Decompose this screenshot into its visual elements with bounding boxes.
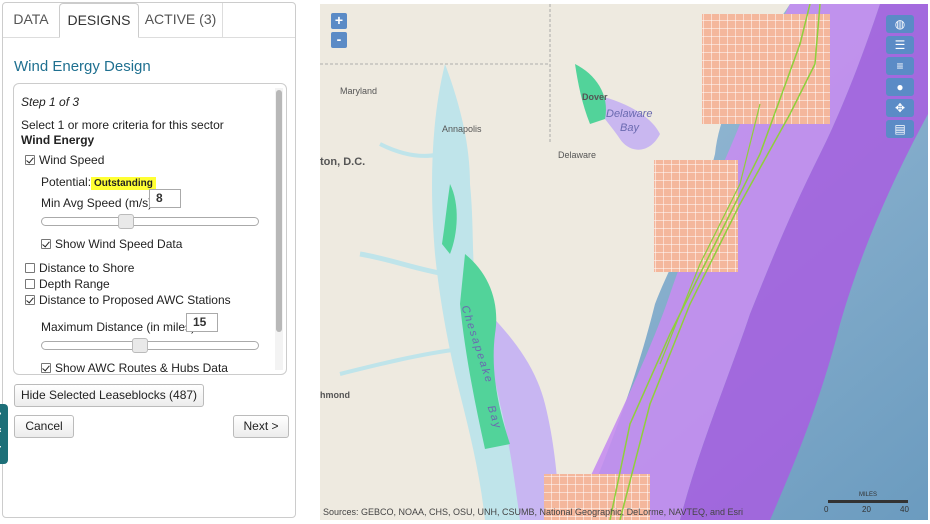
wind-speed-label: Wind Speed bbox=[39, 153, 105, 167]
distance-shore-label: Distance to Shore bbox=[39, 261, 135, 275]
label-annapolis: Annapolis bbox=[442, 124, 482, 134]
step-indicator: Step 1 of 3 bbox=[21, 95, 80, 109]
zoom-in-button[interactable]: + bbox=[331, 13, 347, 29]
scale-tick-0: 0 bbox=[824, 505, 829, 514]
scale-title: MILES bbox=[859, 492, 878, 498]
distance-shore-checkbox[interactable] bbox=[25, 263, 35, 273]
legend-icon[interactable]: ≡ bbox=[886, 57, 914, 75]
label-delaware: Delaware bbox=[558, 150, 597, 160]
zoom-out-button[interactable]: - bbox=[331, 32, 347, 48]
scale-tick-20: 20 bbox=[862, 505, 871, 514]
tab-bar: DATA DESIGNS ACTIVE (3) bbox=[3, 3, 295, 38]
side-panel: DATA DESIGNS ACTIVE (3) Wind Energy Desi… bbox=[2, 2, 296, 518]
tab-designs[interactable]: DESIGNS bbox=[59, 3, 139, 38]
scale-line bbox=[828, 500, 908, 503]
hide-selected-button[interactable]: Hide Selected Leaseblocks (487) bbox=[14, 384, 204, 407]
min-speed-slider[interactable] bbox=[41, 214, 259, 229]
show-awc-data-checkbox[interactable] bbox=[41, 363, 51, 373]
marker-icon[interactable]: ● bbox=[886, 78, 914, 96]
next-button[interactable]: Next > bbox=[233, 415, 289, 438]
min-speed-label: Min Avg Speed (m/s) bbox=[41, 196, 153, 210]
show-wind-data-label: Show Wind Speed Data bbox=[55, 237, 183, 251]
wizard-scrollbar-thumb[interactable] bbox=[276, 90, 282, 332]
wind-speed-checkbox[interactable] bbox=[25, 155, 35, 165]
tab-active[interactable]: ACTIVE (3) bbox=[139, 3, 223, 37]
design-title: Wind Energy Design bbox=[14, 58, 151, 75]
feedback-tab[interactable]: feedback bbox=[0, 404, 8, 464]
map-view[interactable]: Maryland Dover Delaware Bay Annapolis De… bbox=[320, 4, 928, 520]
tab-data[interactable]: DATA bbox=[3, 3, 59, 37]
max-distance-slider-handle[interactable] bbox=[132, 338, 148, 353]
label-dover: Dover bbox=[582, 92, 608, 102]
scale-bar: MILES 0 20 40 bbox=[824, 492, 916, 514]
awc-distance-label: Distance to Proposed AWC Stations bbox=[39, 293, 231, 307]
leaseblock-grid-middle[interactable] bbox=[654, 160, 738, 272]
potential-badge: Outstanding bbox=[91, 175, 156, 190]
max-distance-slider[interactable] bbox=[41, 338, 259, 353]
criteria-wizard: Step 1 of 3 Select 1 or more criteria fo… bbox=[13, 83, 287, 375]
show-awc-data-label: Show AWC Routes & Hubs Data bbox=[55, 361, 228, 375]
label-washington: ton, D.C. bbox=[320, 156, 366, 168]
sector-name: Wind Energy bbox=[21, 133, 95, 147]
map-attribution: Sources: GEBCO, NOAA, CHS, OSU, UNH, CSU… bbox=[323, 507, 743, 517]
max-distance-input[interactable]: 15 bbox=[186, 313, 218, 332]
instruction-text: Select 1 or more criteria for this secto… bbox=[21, 118, 224, 132]
awc-distance-checkbox[interactable] bbox=[25, 295, 35, 305]
max-distance-label: Maximum Distance (in miles) bbox=[41, 320, 196, 334]
basemap bbox=[320, 4, 928, 520]
leaseblock-grid-north[interactable] bbox=[702, 14, 830, 124]
globe-icon[interactable]: ◍ bbox=[886, 15, 914, 33]
depth-range-checkbox[interactable] bbox=[25, 279, 35, 289]
show-wind-data-checkbox[interactable] bbox=[41, 239, 51, 249]
min-speed-slider-handle[interactable] bbox=[118, 214, 134, 229]
fullscreen-icon[interactable]: ✥ bbox=[886, 99, 914, 117]
scale-tick-40: 40 bbox=[900, 505, 909, 514]
depth-range-label: Depth Range bbox=[39, 277, 110, 291]
label-delaware-bay-2: Bay bbox=[620, 122, 639, 134]
cancel-button[interactable]: Cancel bbox=[14, 415, 74, 438]
potential-label: Potential: bbox=[41, 175, 92, 189]
list-icon[interactable]: ☰ bbox=[886, 36, 914, 54]
print-icon[interactable]: ▤ bbox=[886, 120, 914, 138]
label-delaware-bay-1: Delaware bbox=[606, 108, 653, 120]
label-richmond: hmond bbox=[320, 390, 350, 400]
label-maryland: Maryland bbox=[340, 86, 378, 96]
min-speed-input[interactable]: 8 bbox=[149, 189, 181, 208]
